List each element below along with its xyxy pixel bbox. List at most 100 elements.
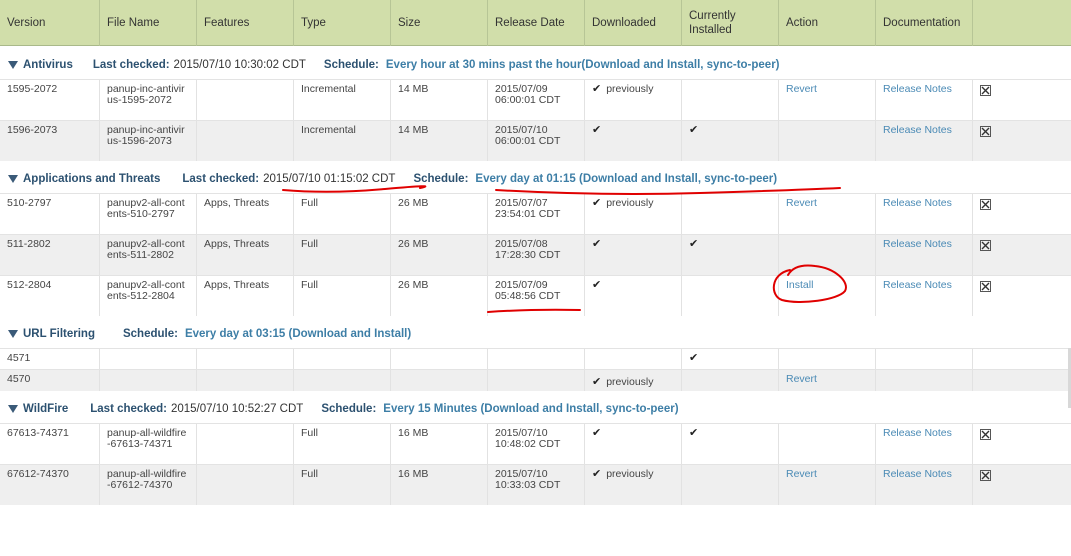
column-header-version[interactable]: Version [0,0,100,46]
check-icon: ✔ [689,124,699,136]
cell-features: Apps, Threats [197,235,294,275]
column-header-documentation[interactable]: Documentation [876,0,973,46]
install-link[interactable]: Install [779,276,876,316]
column-header-action[interactable]: Action [779,0,876,46]
column-header-delete[interactable] [973,0,1071,46]
revert-link[interactable]: Revert [779,194,876,234]
cell-installed [682,370,779,391]
last-checked-label: Last checked: [182,173,260,185]
downloaded-note: previously [606,197,654,209]
table-row[interactable]: 512-2804 panupv2-all-contents-512-2804 A… [0,275,1071,316]
revert-link[interactable]: Revert [779,80,876,120]
schedule-label: Schedule: [413,173,469,185]
cell-installed [682,276,779,316]
downloaded-note: previously [606,83,654,95]
cell-release-date [488,349,585,369]
collapse-triangle-icon[interactable] [8,61,18,69]
release-notes-link[interactable]: Release Notes [876,235,973,275]
table-row[interactable]: 511-2802 panupv2-all-contents-511-2802 A… [0,234,1071,275]
schedule-value[interactable]: Every 15 Minutes (Download and Install, … [383,403,678,415]
column-header-features[interactable]: Features [197,0,294,46]
release-notes-link[interactable]: Release Notes [876,424,973,464]
column-header-downloaded[interactable]: Downloaded [585,0,682,46]
column-header-type[interactable]: Type [294,0,391,46]
check-icon: ✔ [689,352,699,364]
delete-icon[interactable] [980,240,991,251]
cell-version: 511-2802 [0,235,100,275]
delete-icon[interactable] [980,126,991,137]
table-row[interactable]: 4571 ✔ [0,348,1071,369]
schedule-value[interactable]: Every hour at 30 mins past the hour(Down… [386,59,780,71]
collapse-triangle-icon[interactable] [8,405,18,413]
release-notes-link[interactable]: Release Notes [876,80,973,120]
cell-downloaded: ✔ previously [585,194,682,234]
cell-features: Apps, Threats [197,276,294,316]
revert-link[interactable]: Revert [779,370,876,391]
table-row[interactable]: 1595-2072 panup-inc-antivirus-1595-2072 … [0,79,1071,120]
cell-delete [973,424,1071,464]
schedule-value[interactable]: Every day at 03:15 (Download and Install… [185,328,411,340]
check-icon: ✔ [689,238,699,250]
table-row[interactable]: 67612-74370 panup-all-wildfire-67612-743… [0,464,1071,505]
cell-features [197,465,294,505]
group-header-applications-and-threats[interactable]: Applications and Threats Last checked: 2… [0,169,1071,189]
documentation-cell [876,370,973,391]
cell-delete [973,194,1071,234]
downloaded-note: previously [606,376,654,388]
release-notes-link[interactable]: Release Notes [876,465,973,505]
cell-version: 1595-2072 [0,80,100,120]
table-row[interactable]: 67613-74371 panup-all-wildfire-67613-743… [0,423,1071,464]
table-row[interactable]: 4570 ✔ previously Revert [0,369,1071,391]
cell-size: 26 MB [391,194,488,234]
cell-release-date [488,370,585,391]
cell-type [294,370,391,391]
release-notes-link[interactable]: Release Notes [876,276,973,316]
delete-icon[interactable] [980,429,991,440]
release-notes-link[interactable]: Release Notes [876,194,973,234]
group-header-antivirus[interactable]: Antivirus Last checked: 2015/07/10 10:30… [0,55,1071,75]
last-checked-value: 2015/07/10 01:15:02 CDT [263,173,396,185]
check-icon: ✔ [592,376,602,388]
table-row[interactable]: 510-2797 panupv2-all-contents-510-2797 A… [0,193,1071,234]
group-header-wildfire[interactable]: WildFire Last checked: 2015/07/10 10:52:… [0,399,1071,419]
cell-size: 14 MB [391,121,488,161]
cell-file-name: panupv2-all-contents-511-2802 [100,235,197,275]
action-link[interactable] [779,121,876,161]
action-link[interactable] [779,349,876,369]
cell-file-name [100,349,197,369]
table-row[interactable]: 1596-2073 panup-inc-antivirus-1596-2073 … [0,120,1071,161]
cell-delete [973,235,1071,275]
schedule-label: Schedule: [321,403,377,415]
delete-icon[interactable] [980,470,991,481]
collapse-triangle-icon[interactable] [8,175,18,183]
action-link[interactable] [779,235,876,275]
column-header-size[interactable]: Size [391,0,488,46]
collapse-triangle-icon[interactable] [8,330,18,338]
cell-file-name: panupv2-all-contents-512-2804 [100,276,197,316]
check-icon: ✔ [592,427,602,439]
column-header-file-name[interactable]: File Name [100,0,197,46]
cell-release-date: 2015/07/07 23:54:01 CDT [488,194,585,234]
cell-type: Full [294,235,391,275]
cell-file-name: panup-all-wildfire-67613-74371 [100,424,197,464]
cell-delete [973,121,1071,161]
cell-release-date: 2015/07/08 17:28:30 CDT [488,235,585,275]
cell-downloaded: ✔ previously [585,80,682,120]
delete-icon[interactable] [980,199,991,210]
revert-link[interactable]: Revert [779,465,876,505]
schedule-value[interactable]: Every day at 01:15 (Download and Install… [475,173,777,185]
cell-downloaded: ✔ [585,276,682,316]
delete-icon[interactable] [980,281,991,292]
group-name: Antivirus [23,59,73,71]
cell-size: 26 MB [391,235,488,275]
delete-icon[interactable] [980,85,991,96]
action-link[interactable] [779,424,876,464]
cell-installed [682,80,779,120]
release-notes-link[interactable]: Release Notes [876,121,973,161]
group-header-url-filtering[interactable]: URL Filtering Schedule: Every day at 03:… [0,324,1071,344]
cell-features [197,121,294,161]
column-header-release-date[interactable]: Release Date [488,0,585,46]
cell-downloaded: ✔ previously [585,465,682,505]
cell-version: 510-2797 [0,194,100,234]
column-header-currently-installed[interactable]: Currently Installed [682,0,779,46]
